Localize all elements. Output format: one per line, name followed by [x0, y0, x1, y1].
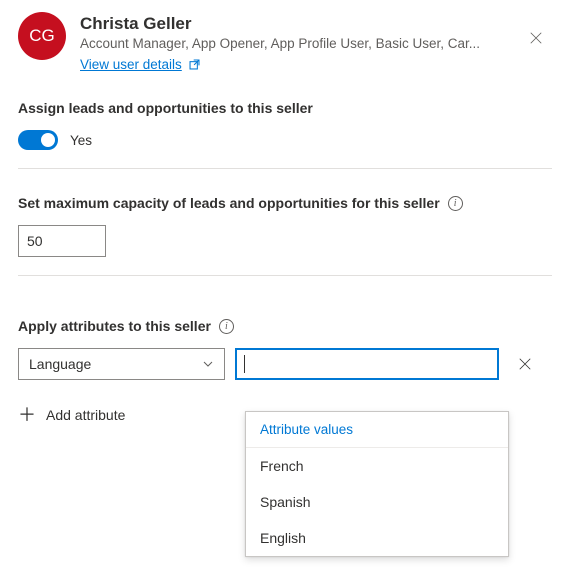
capacity-input[interactable] [18, 225, 106, 257]
divider [18, 275, 552, 276]
close-button[interactable] [520, 22, 552, 54]
close-icon [518, 357, 532, 371]
view-user-details-label: View user details [80, 57, 182, 72]
dropdown-item[interactable]: English [246, 520, 508, 556]
assign-toggle-label: Yes [70, 133, 92, 148]
attribute-value-input[interactable] [235, 348, 499, 380]
capacity-title: Set maximum capacity of leads and opport… [18, 195, 440, 211]
attributes-title-row: Apply attributes to this seller i [18, 318, 552, 334]
view-user-details-link[interactable]: View user details [80, 57, 201, 72]
assign-title: Assign leads and opportunities to this s… [18, 100, 552, 116]
dropdown-header: Attribute values [246, 412, 508, 448]
attribute-values-dropdown[interactable]: Attribute values FrenchSpanishEnglish [245, 411, 509, 557]
avatar: CG [18, 12, 66, 60]
capacity-title-row: Set maximum capacity of leads and opport… [18, 195, 552, 211]
assign-toggle[interactable] [18, 130, 58, 150]
plus-icon: ＋ [18, 406, 36, 424]
dropdown-item[interactable]: Spanish [246, 484, 508, 520]
attribute-value-input-wrap [235, 348, 499, 380]
attribute-type-value: Language [29, 356, 91, 372]
info-icon[interactable]: i [219, 319, 234, 334]
text-caret [244, 355, 245, 373]
divider [18, 168, 552, 169]
assign-toggle-row: Yes [18, 130, 552, 150]
user-roles: Account Manager, App Opener, App Profile… [80, 36, 500, 51]
close-icon [529, 31, 543, 45]
dropdown-item[interactable]: French [246, 448, 508, 484]
add-attribute-button[interactable]: ＋ Add attribute [18, 404, 125, 426]
attribute-type-select[interactable]: Language [18, 348, 225, 380]
user-name: Christa Geller [80, 14, 552, 34]
user-info: Christa Geller Account Manager, App Open… [80, 12, 552, 74]
attribute-row: Language [18, 348, 552, 380]
user-header: CG Christa Geller Account Manager, App O… [18, 12, 552, 74]
info-icon[interactable]: i [448, 196, 463, 211]
chevron-down-icon [202, 358, 214, 370]
open-in-new-icon [188, 58, 201, 71]
add-attribute-label: Add attribute [46, 407, 125, 423]
remove-attribute-button[interactable] [509, 348, 541, 380]
attributes-title: Apply attributes to this seller [18, 318, 211, 334]
